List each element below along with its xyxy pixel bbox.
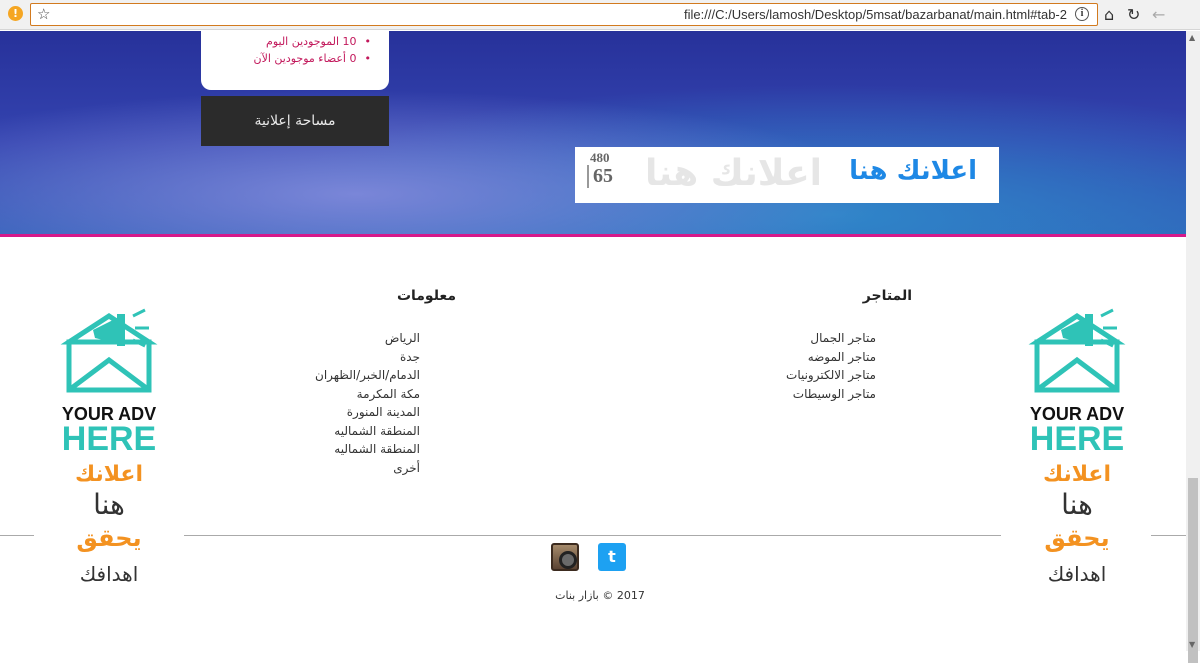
side-ad-line3: اعلانك bbox=[1042, 462, 1112, 487]
footer-info-list: الرياض جدة الدمام/الخبر/الظهران مكة المكرمة… bbox=[270, 329, 420, 477]
footer-info-link[interactable]: أخرى bbox=[270, 459, 420, 478]
side-ad-line4: هنا bbox=[1061, 488, 1093, 521]
ad-main-text: اعلانك هنا bbox=[849, 156, 977, 186]
scroll-up-icon[interactable]: ▲ bbox=[1189, 33, 1195, 42]
ad-space-button[interactable]: مساحة إعلانية bbox=[201, 96, 389, 146]
address-bar[interactable]: ☆ file:///C:/Users/lamosh/Desktop/5msat/… bbox=[30, 3, 1098, 26]
stats-item: 0 أعضاء موجودين الآن bbox=[209, 52, 371, 65]
stats-item: 10 الموجودين اليوم bbox=[209, 35, 371, 48]
footer-info-link[interactable]: مكة المكرمة bbox=[270, 385, 420, 404]
scroll-down-icon[interactable]: ▼ bbox=[1189, 640, 1195, 649]
side-ad-left[interactable]: YOUR ADV HERE اعلانك هنا يحقق اهدافك bbox=[39, 302, 179, 602]
footer-store-link[interactable]: متاجر الوسيطات bbox=[740, 385, 876, 404]
accent-divider bbox=[0, 234, 1186, 237]
warning-icon[interactable]: ! bbox=[8, 6, 23, 21]
home-icon[interactable]: ⌂ bbox=[1104, 5, 1114, 24]
footer-divider-center bbox=[184, 535, 1001, 536]
side-ad-line2: HERE bbox=[61, 420, 157, 458]
footer-info-link[interactable]: الدمام/الخبر/الظهران bbox=[270, 366, 420, 385]
footer-info-link[interactable]: المدينة المنورة bbox=[270, 403, 420, 422]
footer-stores-title: المتاجر bbox=[862, 288, 912, 304]
browser-toolbar: ! ☆ file:///C:/Users/lamosh/Desktop/5msa… bbox=[0, 0, 1200, 30]
side-ad-line5: يحقق bbox=[1044, 524, 1110, 552]
megaphone-envelope-icon bbox=[60, 308, 158, 393]
side-ad-line2: HERE bbox=[1029, 420, 1125, 458]
side-ad-line6: اهدافك bbox=[79, 562, 139, 586]
footer-info-link[interactable]: المنطقة الشماليه bbox=[270, 422, 420, 441]
reload-icon[interactable]: ↻ bbox=[1127, 5, 1140, 24]
footer-stores-list: متاجر الجمال متاجر الموضه متاجر الالكتروني… bbox=[740, 329, 876, 403]
twitter-icon[interactable]: t bbox=[598, 543, 626, 571]
url-text[interactable]: file:///C:/Users/lamosh/Desktop/5msat/ba… bbox=[684, 7, 1067, 22]
back-icon[interactable]: ← bbox=[1152, 5, 1165, 24]
footer-info-title: معلومات bbox=[396, 288, 456, 304]
footer-divider-right bbox=[1151, 535, 1186, 536]
side-ad-line3: اعلانك bbox=[74, 462, 144, 487]
footer-info-link[interactable]: جدة bbox=[270, 348, 420, 367]
ad-ghost-text: اعلانك هنا bbox=[645, 153, 823, 194]
megaphone-envelope-icon bbox=[1028, 308, 1126, 393]
instagram-icon[interactable] bbox=[551, 543, 579, 571]
ad-banner[interactable]: 480 65 اعلانك هنا اعلانك هنا bbox=[575, 147, 999, 203]
side-ad-line4: هنا bbox=[93, 488, 125, 521]
ad-size-height: 65 bbox=[587, 165, 613, 188]
side-ad-line6: اهدافك bbox=[1047, 562, 1107, 586]
side-ad-line5: يحقق bbox=[76, 524, 142, 552]
page-scrollbar[interactable]: ▲ ▼ bbox=[1186, 31, 1200, 663]
footer-info-link[interactable]: المنطقة الشماليه bbox=[270, 440, 420, 459]
footer-divider-left bbox=[0, 535, 34, 536]
scrollbar-thumb[interactable] bbox=[1188, 478, 1198, 663]
ad-size-width: 480 bbox=[590, 150, 610, 165]
stats-list: 10 الموجودين اليوم 0 أعضاء موجودين الآن bbox=[201, 35, 389, 65]
bookmark-star-icon[interactable]: ☆ bbox=[37, 5, 50, 23]
footer-store-link[interactable]: متاجر الجمال bbox=[740, 329, 876, 348]
side-ad-right[interactable]: YOUR ADV HERE اعلانك هنا يحقق اهدافك bbox=[1007, 302, 1147, 602]
copyright-text: 2017 © بازار بنات bbox=[555, 589, 645, 602]
online-stats-card: 10 الموجودين اليوم 0 أعضاء موجودين الآن bbox=[201, 31, 389, 90]
footer-info-link[interactable]: الرياض bbox=[270, 329, 420, 348]
hero-banner bbox=[0, 31, 1186, 235]
footer-store-link[interactable]: متاجر الالكترونيات bbox=[740, 366, 876, 385]
footer-store-link[interactable]: متاجر الموضه bbox=[740, 348, 876, 367]
page-info-icon[interactable]: i bbox=[1075, 7, 1089, 21]
